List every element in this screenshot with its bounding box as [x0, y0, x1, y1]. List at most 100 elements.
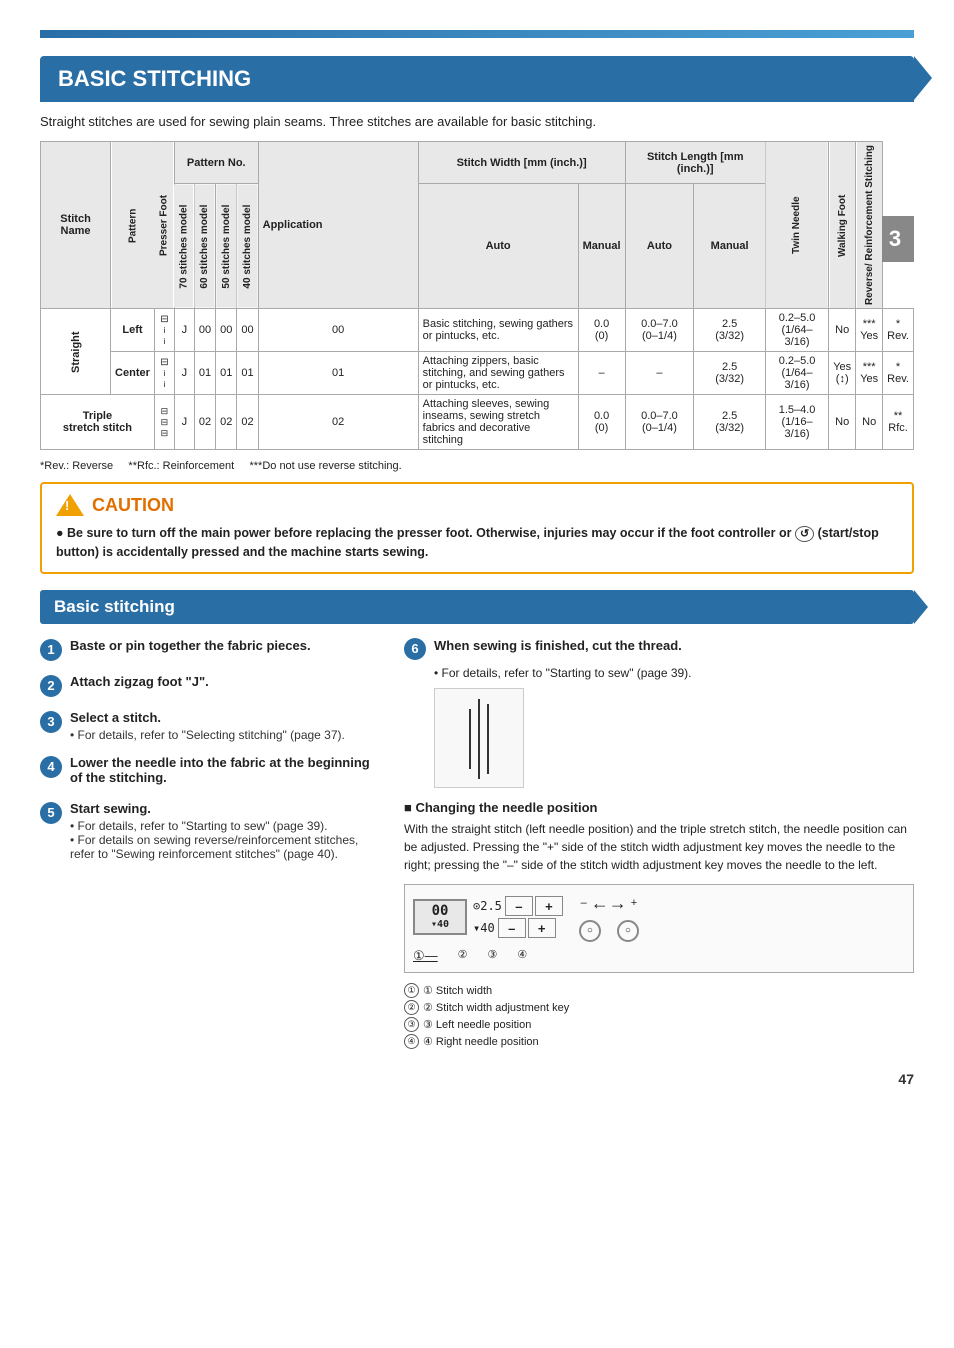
caution-text: ● Be sure to turn off the main power bef… [56, 524, 898, 562]
stitch-center-icon: ⊟ii [154, 352, 174, 395]
app-center: Attaching zippers, basic stitching, and … [418, 352, 578, 395]
top-bar [40, 30, 914, 38]
step-4-num: 4 [40, 756, 62, 778]
th-presser-foot: Presser Foot [154, 142, 174, 309]
th-manual-sw: Manual [578, 184, 625, 309]
arrow-sym: ←→ [591, 893, 627, 914]
needle-circles: ○ ○ [579, 920, 639, 942]
step-5: 5 Start sewing. • For details, refer to … [40, 801, 380, 861]
thread-diagram [434, 688, 524, 788]
step-5-title: Start sewing. [70, 801, 380, 816]
circle-4-area: ④ [517, 948, 527, 964]
th-auto-sw: Auto [418, 184, 578, 309]
step-5-num: 5 [40, 802, 62, 824]
label-3-text: ③ Left needle position [423, 1018, 531, 1031]
app-left: Basic stitching, sewing gathers or pintu… [418, 309, 578, 352]
label-2-num: ② [404, 1000, 419, 1015]
label-4: ④ ④ Right needle position [404, 1034, 914, 1049]
caution-header: CAUTION [56, 494, 898, 516]
diagram-labels: ① ① Stitch width ② ② Stitch width adjust… [404, 983, 914, 1049]
left-col: 1 Baste or pin together the fabric piece… [40, 638, 380, 1051]
stitch-table: Stitch Name Pattern Presser Foot Pattern… [40, 141, 914, 450]
step-2-num: 2 [40, 675, 62, 697]
stitch-controls: ⊙2.5 – + ▾40 – + [473, 896, 563, 938]
stitch-val-40: ▾40 [473, 921, 495, 935]
step-2-content: Attach zigzag foot "J". [70, 674, 380, 692]
step-1-num: 1 [40, 639, 62, 661]
right-col: 6 When sewing is finished, cut the threa… [404, 638, 914, 1051]
th-40: 40 stitches model [237, 184, 258, 309]
th-60: 60 stitches model [194, 184, 215, 309]
stitch-left-name: Left [111, 309, 155, 352]
th-application: Application [258, 142, 418, 309]
label-1: ① ① Stitch width [404, 983, 914, 998]
th-walking-foot: Walking Foot [829, 142, 856, 309]
left-needle-circle: ○ [579, 920, 601, 942]
step-1: 1 Baste or pin together the fabric piece… [40, 638, 380, 661]
page-number: 47 [40, 1071, 914, 1087]
sub-heading-text: Basic stitching [54, 597, 175, 617]
circle-1-area: ①— [413, 948, 438, 964]
diagram-row-1: 00 ▾40 ⊙2.5 – + [413, 893, 905, 942]
needle-arrows: – ←→ + ○ ○ [579, 893, 639, 942]
th-pattern-no: Pattern No. [174, 142, 258, 184]
intro-text: Straight stitches are used for sewing pl… [40, 114, 914, 129]
th-twin-needle: Twin Needle [765, 142, 828, 309]
th-auto-sl: Auto [625, 184, 694, 309]
th-stitch-width: Stitch Width [mm (inch.)] [418, 142, 625, 184]
caution-label: CAUTION [92, 495, 174, 516]
step-1-title: Baste or pin together the fabric pieces. [70, 638, 380, 653]
main-heading-text: BASIC STITCHING [58, 66, 251, 92]
needle-section: Changing the needle position With the st… [404, 800, 914, 1049]
stitch-triple-icon: ⊟⊟⊟ [154, 395, 174, 450]
step-3-title: Select a stitch. [70, 710, 380, 725]
minus-box: – [505, 896, 533, 916]
step-2-title: Attach zigzag foot "J". [70, 674, 380, 689]
label-2-text: ② Stitch width adjustment key [423, 1001, 569, 1014]
step-3: 3 Select a stitch. • For details, refer … [40, 710, 380, 742]
group-straight: Straight [41, 309, 111, 395]
display-box-main: 00 ▾40 [413, 899, 467, 935]
circle-2-arrow: ② [458, 949, 468, 961]
th-70: 70 stitches model [174, 184, 194, 309]
stitch-left-icon: ⊟ii [154, 309, 174, 352]
stitch-diagram: 00 ▾40 ⊙2.5 – + [404, 884, 914, 973]
label-2: ② ② Stitch width adjustment key [404, 1000, 914, 1015]
step-3-num: 3 [40, 711, 62, 733]
label-1-num: ① [404, 983, 419, 998]
th-pattern: Pattern [111, 142, 155, 309]
stitch-left-presser: J [174, 309, 194, 352]
minus-label: – [581, 897, 587, 909]
step-2: 2 Attach zigzag foot "J". [40, 674, 380, 697]
step-1-content: Baste or pin together the fabric pieces. [70, 638, 380, 656]
label-1-text: ① Stitch width [423, 984, 492, 997]
label-4-text: ④ Right needle position [423, 1035, 539, 1048]
step-6-num: 6 [404, 638, 426, 660]
triple-stretch-name: Triplestretch stitch [41, 395, 155, 450]
step-4-title: Lower the needle into the fabric at the … [70, 755, 380, 785]
step-6: 6 When sewing is finished, cut the threa… [404, 638, 914, 788]
needle-desc: With the straight stitch (left needle po… [404, 820, 914, 874]
circle-4-arrow: ④ [517, 949, 527, 961]
step-4-content: Lower the needle into the fabric at the … [70, 755, 380, 788]
minus-box2: – [498, 918, 526, 938]
th-manual-sl: Manual [694, 184, 766, 309]
step-6-detail: • For details, refer to "Starting to sew… [404, 666, 914, 788]
needle-title: Changing the needle position [404, 800, 914, 815]
step-6-title: When sewing is finished, cut the thread. [434, 638, 682, 653]
circle-2-area: ② [458, 948, 468, 964]
stitch-center-name: Center [111, 352, 155, 395]
step-5-content: Start sewing. • For details, refer to "S… [70, 801, 380, 861]
circle-3-arrow: ③ [488, 949, 498, 961]
main-heading: BASIC STITCHING [40, 56, 914, 102]
table-row: Center ⊟ii J 01 01 01 01 Attaching zippe… [41, 352, 914, 395]
circle-3-area: ③ [488, 948, 498, 964]
table-row: Triplestretch stitch ⊟⊟⊟ J 02 02 02 02 A… [41, 395, 914, 450]
th-50: 50 stitches model [216, 184, 237, 309]
th-stitch-name: Stitch Name [41, 142, 111, 309]
plus-label: + [631, 897, 637, 909]
caution-box: CAUTION ● Be sure to turn off the main p… [40, 482, 914, 574]
label-4-num: ④ [404, 1034, 419, 1049]
step-5-detail: • For details, refer to "Starting to sew… [70, 819, 380, 861]
sub-heading: Basic stitching [40, 590, 914, 624]
